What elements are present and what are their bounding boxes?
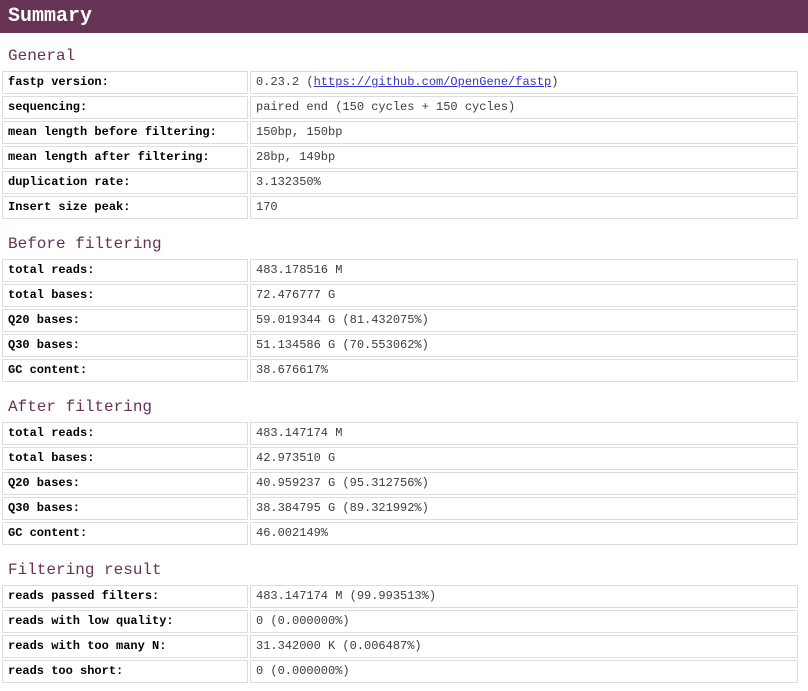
subsection-title-general: General (8, 47, 76, 65)
row-label: sequencing: (2, 96, 248, 119)
table-row: Q20 bases: 59.019344 G (81.432075%) (2, 309, 798, 332)
summary-sections: General fastp version: 0.23.2 (https://g… (0, 43, 808, 685)
row-label: total bases: (2, 447, 248, 470)
table-row: Q30 bases: 51.134586 G (70.553062%) (2, 334, 798, 357)
table-row: reads with low quality: 0 (0.000000%) (2, 610, 798, 633)
row-value: 150bp, 150bp (250, 121, 798, 144)
row-label: total reads: (2, 422, 248, 445)
row-label: total bases: (2, 284, 248, 307)
row-value: paired end (150 cycles + 150 cycles) (250, 96, 798, 119)
row-value: 170 (250, 196, 798, 219)
row-label: reads with too many N: (2, 635, 248, 658)
table-row: Q30 bases: 38.384795 G (89.321992%) (2, 497, 798, 520)
table-row: duplication rate: 3.132350% (2, 171, 798, 194)
row-label: reads with low quality: (2, 610, 248, 633)
subsection: General fastp version: 0.23.2 (https://g… (0, 43, 808, 221)
subsection-title-after-filtering: After filtering (8, 398, 153, 416)
row-label: Q30 bases: (2, 334, 248, 357)
table-row: total bases: 72.476777 G (2, 284, 798, 307)
subsection: Before filtering total reads: 483.178516… (0, 231, 808, 384)
row-value: 51.134586 G (70.553062%) (250, 334, 798, 357)
row-value: 483.178516 M (250, 259, 798, 282)
summary-table-after-filtering: total reads: 483.147174 M total bases: 4… (0, 420, 800, 547)
table-row: fastp version: 0.23.2 (https://github.co… (2, 71, 798, 94)
row-value: 31.342000 K (0.006487%) (250, 635, 798, 658)
row-value: 0 (0.000000%) (250, 610, 798, 633)
row-label: Q30 bases: (2, 497, 248, 520)
summary-table-filtering-result: reads passed filters: 483.147174 M (99.9… (0, 583, 800, 685)
row-value: 28bp, 149bp (250, 146, 798, 169)
table-row: Q20 bases: 40.959237 G (95.312756%) (2, 472, 798, 495)
table-row: total bases: 42.973510 G (2, 447, 798, 470)
subsection-title-before-filtering: Before filtering (8, 235, 162, 253)
table-row: GC content: 38.676617% (2, 359, 798, 382)
row-label: mean length before filtering: (2, 121, 248, 144)
row-value: 3.132350% (250, 171, 798, 194)
row-value: 42.973510 G (250, 447, 798, 470)
table-row: total reads: 483.178516 M (2, 259, 798, 282)
row-label: fastp version: (2, 71, 248, 94)
table-row: mean length before filtering: 150bp, 150… (2, 121, 798, 144)
row-value: 46.002149% (250, 522, 798, 545)
row-value: 0 (0.000000%) (250, 660, 798, 683)
subsection-title-filtering-result: Filtering result (8, 561, 162, 579)
subsection: Filtering result reads passed filters: 4… (0, 557, 808, 685)
row-label: duplication rate: (2, 171, 248, 194)
row-value: 72.476777 G (250, 284, 798, 307)
table-row: mean length after filtering: 28bp, 149bp (2, 146, 798, 169)
row-label: GC content: (2, 359, 248, 382)
row-label: Insert size peak: (2, 196, 248, 219)
fastp-github-link[interactable]: https://github.com/OpenGene/fastp (314, 75, 552, 89)
table-row: GC content: 46.002149% (2, 522, 798, 545)
row-label: reads passed filters: (2, 585, 248, 608)
table-row: sequencing: paired end (150 cycles + 150… (2, 96, 798, 119)
row-label: reads too short: (2, 660, 248, 683)
section-title-summary: Summary (0, 0, 808, 33)
row-label: total reads: (2, 259, 248, 282)
table-row: reads with too many N: 31.342000 K (0.00… (2, 635, 798, 658)
table-row: reads passed filters: 483.147174 M (99.9… (2, 585, 798, 608)
row-label: Q20 bases: (2, 309, 248, 332)
table-row: total reads: 483.147174 M (2, 422, 798, 445)
row-value: 38.384795 G (89.321992%) (250, 497, 798, 520)
row-value: 483.147174 M (99.993513%) (250, 585, 798, 608)
row-value: 40.959237 G (95.312756%) (250, 472, 798, 495)
summary-table-before-filtering: total reads: 483.178516 M total bases: 7… (0, 257, 800, 384)
row-value: 59.019344 G (81.432075%) (250, 309, 798, 332)
row-label: Q20 bases: (2, 472, 248, 495)
table-row: Insert size peak: 170 (2, 196, 798, 219)
row-value: 38.676617% (250, 359, 798, 382)
table-row: reads too short: 0 (0.000000%) (2, 660, 798, 683)
row-value: 483.147174 M (250, 422, 798, 445)
row-label: mean length after filtering: (2, 146, 248, 169)
row-label: GC content: (2, 522, 248, 545)
summary-table-general: fastp version: 0.23.2 (https://github.co… (0, 69, 800, 221)
row-value: 0.23.2 (https://github.com/OpenGene/fast… (250, 71, 798, 94)
subsection: After filtering total reads: 483.147174 … (0, 394, 808, 547)
fastp-summary-report: Summary General fastp version: 0.23.2 (h… (0, 0, 808, 685)
